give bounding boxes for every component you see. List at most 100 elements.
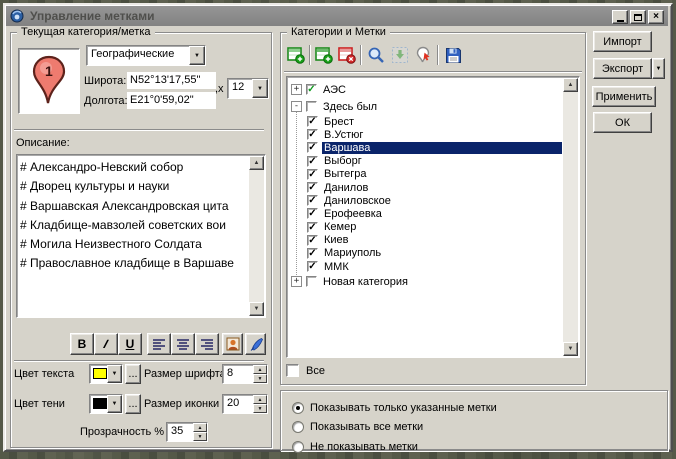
expand-icon[interactable]: + [291,84,302,95]
import-button[interactable]: Импорт [593,31,652,52]
tree-item[interactable]: ✓ Мариуполь [289,247,562,260]
checkbox[interactable]: ✓ [307,195,318,206]
radio-option[interactable]: Показывать все метки [292,418,663,438]
checkbox[interactable]: ✓ [307,182,318,193]
text-color-more-button[interactable]: ... [125,364,141,384]
minimize-button[interactable] [612,10,628,24]
add-placemark-button[interactable] [312,43,335,67]
category-select[interactable]: Географические ▼ [86,45,206,66]
description-scrollbar[interactable]: ▲ ▼ [249,156,264,316]
longitude-field[interactable]: E21°0'59,02" [127,92,216,109]
checkbox[interactable]: ✓ [307,261,318,272]
tree-item[interactable]: ✓ Даниловское [289,194,562,207]
tree-item[interactable]: ✓ Вытегра [289,168,562,181]
collapse-icon[interactable]: - [291,101,302,112]
checkbox[interactable]: ✓ [307,208,318,219]
checkbox[interactable]: ✓ [307,142,318,153]
tree-item[interactable]: ✓ Ерофеевка [289,207,562,220]
chevron-down-icon[interactable]: ▼ [107,395,122,413]
tree-item-label[interactable]: Вытегра [322,168,369,180]
checkbox[interactable]: ✓ [307,248,318,259]
tree-item-label[interactable]: Даниловское [322,195,393,207]
align-right-button[interactable] [195,333,219,355]
chevron-down-icon[interactable]: ▼ [107,365,122,383]
scroll-down-icon[interactable]: ▼ [249,302,264,316]
tree-item-label[interactable]: АЭС [321,84,348,96]
tree-scrollbar[interactable]: ▲ ▼ [563,78,578,356]
description-textarea[interactable]: # Александро-Невский собор# Дворец культ… [16,154,266,318]
checkbox[interactable]: ✓ [307,156,318,167]
shadow-color-picker[interactable]: ▼ [89,394,123,414]
radio-icon[interactable] [292,441,304,453]
tree-item-label[interactable]: Мариуполь [322,247,383,259]
expand-icon[interactable]: + [291,276,302,287]
title-bar[interactable]: Управление метками [6,6,668,26]
delete-placemark-button[interactable] [335,43,358,67]
tree-item[interactable]: ✓Брест [289,115,562,128]
opacity-spinner[interactable]: 35 ▲▼ [166,422,208,442]
tree-item-label[interactable]: Здесь был [321,101,379,113]
tree-item[interactable]: ✓ Выборг [289,155,562,168]
checkbox[interactable]: ✓ [307,235,318,246]
italic-button[interactable]: I [94,333,118,355]
save-button[interactable] [442,43,465,67]
scroll-down-icon[interactable]: ▼ [563,342,578,356]
export-dropdown-button[interactable]: ▼ [652,58,665,79]
all-checkbox[interactable] [286,364,299,377]
scroll-up-icon[interactable]: ▲ [249,156,264,170]
icon-size-spinner[interactable]: 20 ▲▼ [222,394,268,414]
insert-image-button[interactable] [222,333,243,355]
scroll-up-icon[interactable]: ▲ [563,78,578,92]
tree-item-label[interactable]: Выборг [322,155,364,167]
go-to-placemark-button[interactable] [412,43,435,67]
checkbox[interactable]: ✓ [307,169,318,180]
ok-button[interactable]: ОК [593,112,652,133]
tree-item-label[interactable]: Кемер [322,221,358,233]
chevron-down-icon[interactable]: ▼ [252,79,268,98]
underline-button[interactable]: U [118,333,142,355]
spin-down-icon[interactable]: ▼ [253,374,267,383]
tree-item-label[interactable]: Ерофеевка [322,208,384,220]
bold-button[interactable]: B [70,333,94,355]
tree-item[interactable]: - Здесь был [289,98,562,115]
checkbox[interactable]: ✓ [307,222,318,233]
tree-item[interactable]: + ✓ АЭС [289,81,562,98]
spin-down-icon[interactable]: ▼ [253,404,267,413]
text-color-picker[interactable]: ▼ [89,364,123,384]
align-center-button[interactable] [171,333,195,355]
font-size-spinner[interactable]: 8 ▲▼ [222,364,268,384]
tree-item-label[interactable]: Новая категория [321,276,410,288]
export-button[interactable]: Экспорт [593,58,652,79]
add-category-button[interactable] [284,43,307,67]
tree-item[interactable]: ✓ ММК [289,260,562,273]
shadow-color-more-button[interactable]: ... [125,394,141,414]
tree-item[interactable]: ✓ Кемер [289,221,562,234]
zoom-select[interactable]: 12 ▼ [227,78,269,99]
tree-item[interactable]: + Новая категория [289,273,562,290]
spin-up-icon[interactable]: ▲ [193,423,207,432]
search-button[interactable] [364,43,387,67]
close-button[interactable]: × [648,10,664,24]
checkbox[interactable]: ✓ [307,129,318,140]
maximize-button[interactable] [630,10,646,24]
tree-item-label[interactable]: ММК [322,261,351,273]
checkbox[interactable]: ✓ [307,116,318,127]
radio-icon[interactable] [292,421,304,433]
apply-button[interactable]: Применить [592,86,656,107]
checkbox[interactable] [306,101,317,112]
checkbox[interactable]: ✓ [306,84,317,95]
spin-down-icon[interactable]: ▼ [193,432,207,441]
radio-option[interactable]: Не показывать метки [292,437,663,457]
tree-item[interactable]: ✓ Данилов [289,181,562,194]
latitude-field[interactable]: N52°13'17,55" [127,72,216,89]
tree-item-label[interactable]: Данилов [322,182,370,194]
tree-item[interactable]: ✓Варшава [289,141,562,154]
align-left-button[interactable] [147,333,171,355]
tree-item-label[interactable]: Киев [322,234,351,246]
tree-item[interactable]: ✓ В.Устюг [289,128,562,141]
radio-option[interactable]: Показывать только указанные метки [292,398,663,418]
radio-selected-icon[interactable] [292,402,304,414]
tree-item[interactable]: ✓ Киев [289,234,562,247]
tree-item-label[interactable]: В.Устюг [322,129,365,141]
spin-up-icon[interactable]: ▲ [253,365,267,374]
